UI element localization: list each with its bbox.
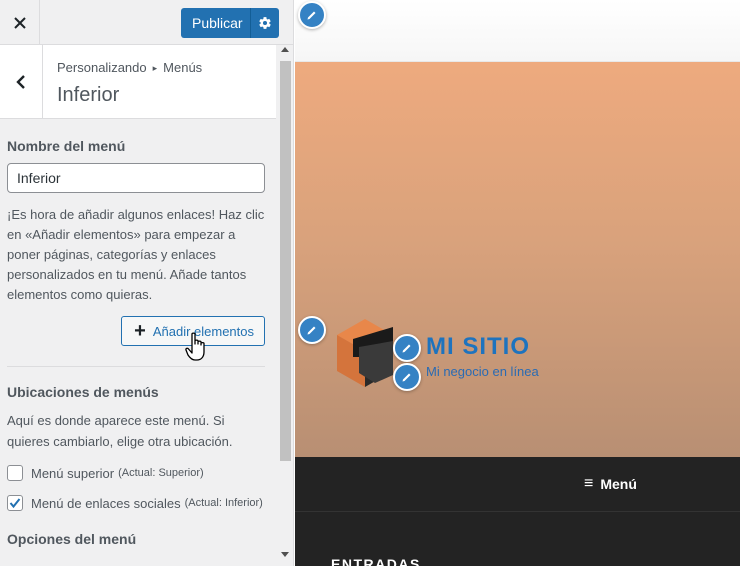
- menu-options-title: Opciones del menú: [7, 531, 137, 547]
- content-area: ENTRADAS: [295, 511, 740, 566]
- location-social-menu[interactable]: Menú de enlaces sociales (Actual: Inferi…: [7, 495, 265, 511]
- gear-icon: [259, 17, 271, 29]
- breadcrumb-section: Menús: [163, 60, 203, 75]
- breadcrumb: Personalizando ▸ Menús: [57, 60, 202, 75]
- menu-toggle-label: Menú: [600, 476, 637, 492]
- preview-top-bar: [295, 0, 740, 62]
- publish-button[interactable]: Publicar: [181, 8, 279, 38]
- location-top-menu[interactable]: Menú superior (Actual: Superior): [7, 465, 265, 481]
- chevron-left-icon: [16, 74, 25, 89]
- publish-button-label: Publicar: [192, 15, 243, 31]
- site-description: Mi negocio en línea: [426, 364, 539, 379]
- customizer-topbar: Publicar: [0, 0, 293, 45]
- scroll-up-arrow-icon[interactable]: [281, 47, 289, 52]
- location-social-menu-label: Menú de enlaces sociales: [31, 495, 181, 511]
- location-top-menu-label: Menú superior: [31, 465, 115, 481]
- edit-tagline-shortcut[interactable]: [393, 363, 421, 391]
- menu-help-text: ¡Es hora de añadir algunos enlaces! Haz …: [7, 207, 265, 302]
- site-title[interactable]: MI SITIO: [426, 333, 530, 361]
- panel-title: Inferior: [57, 84, 120, 106]
- breadcrumb-root: Personalizando: [57, 60, 147, 75]
- close-icon: [13, 16, 26, 29]
- site-preview: MI SITIO Mi negocio en línea ≡ Menú ENTR…: [295, 0, 740, 566]
- section-divider: [7, 366, 265, 367]
- hand-cursor-icon: [185, 332, 205, 361]
- menu-toggle-button[interactable]: ≡ Menú: [584, 475, 637, 493]
- menu-name-label: Nombre del menú: [7, 138, 126, 154]
- edit-header-shortcut[interactable]: [298, 1, 326, 29]
- edit-site-title-shortcut[interactable]: [393, 334, 421, 362]
- menu-locations-title: Ubicaciones de menús: [7, 384, 159, 400]
- header-hero: MI SITIO Mi negocio en línea: [295, 62, 740, 457]
- location-top-menu-checkbox[interactable]: [7, 465, 23, 481]
- pencil-icon: [402, 373, 411, 382]
- menu-locations-help: Aquí es donde aparece este menú. Si quie…: [7, 413, 233, 449]
- customizer-sidebar: Publicar Personalizando ▸ Menús Inferior N…: [0, 0, 294, 566]
- scrollbar-thumb[interactable]: [280, 61, 291, 461]
- add-items-row: + Añadir elementos: [7, 316, 265, 361]
- site-navigation-bar: ≡ Menú: [295, 457, 740, 511]
- location-top-menu-current: (Actual: Superior): [118, 467, 204, 479]
- menu-settings-panel: Nombre del menú ¡Es hora de añadir algun…: [0, 119, 276, 566]
- checkmark-icon: [9, 498, 21, 509]
- menu-name-input[interactable]: [7, 163, 265, 193]
- pencil-icon: [307, 11, 316, 20]
- location-social-menu-checkbox[interactable]: [7, 495, 23, 511]
- breadcrumb-arrow-icon: ▸: [152, 63, 158, 73]
- publish-settings-button[interactable]: [251, 16, 279, 30]
- scroll-down-arrow-icon[interactable]: [281, 552, 289, 557]
- back-button[interactable]: [0, 45, 43, 118]
- location-social-menu-current: (Actual: Inferior): [184, 497, 263, 509]
- panel-scrollbar[interactable]: [277, 45, 293, 566]
- pencil-icon: [402, 344, 411, 353]
- entries-heading: ENTRADAS: [331, 556, 421, 566]
- pencil-icon: [307, 326, 316, 335]
- site-logo: [337, 319, 393, 387]
- hamburger-icon: ≡: [584, 475, 594, 492]
- close-customizer-button[interactable]: [0, 0, 40, 45]
- section-header: Personalizando ▸ Menús Inferior: [0, 45, 276, 119]
- plus-icon: +: [134, 320, 146, 342]
- edit-logo-shortcut[interactable]: [298, 316, 326, 344]
